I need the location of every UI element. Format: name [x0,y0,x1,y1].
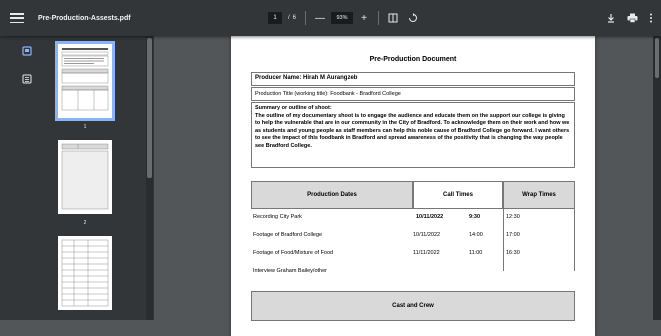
zoom-input[interactable]: 93% [331,12,354,24]
row-date: 10/11/2022 [413,232,441,238]
row-wrap: 16:30 [506,250,520,256]
page-thumbnail-2[interactable] [58,140,112,214]
print-icon[interactable] [627,13,638,23]
menu-icon[interactable] [10,13,24,23]
outline-view-icon[interactable] [20,72,34,86]
toolbar-divider [305,11,307,25]
page-separator: / [288,15,290,21]
zoom-out-button[interactable]: — [315,13,325,24]
sidebar-view-switcher [20,44,34,100]
production-title: Production Title (working title): Foodba… [251,87,575,101]
row-call: 9:30 [469,214,481,220]
summary-label: Summary or outline of shoot: [255,105,332,111]
pdf-toolbar: Pre-Production-Assests.pdf 1 / 6 — 93% + [0,0,661,36]
sidebar-scroll-thumb[interactable] [147,38,152,178]
sidebar-scrollbar[interactable] [146,36,153,320]
fit-page-icon[interactable] [388,13,398,23]
toolbar-left: Pre-Production-Assests.pdf [10,0,131,36]
toolbar-divider [378,11,380,25]
row-item: Interview Graham Bailey/other [253,268,327,274]
rotate-icon[interactable] [408,13,418,23]
row-date: 11/11/2022 [413,250,440,256]
table-row: Interview Graham Bailey/other [251,263,575,281]
page-thumbnail-label: 1 [83,124,87,130]
row-item: Footage of Bradford College [253,232,323,238]
table-row: Footage of Bradford College 10/11/2022 1… [251,227,575,245]
page-thumbnail-label: 2 [83,220,87,226]
thumbnail-sidebar: 1 2 [0,36,154,320]
toolbar-right [606,0,653,36]
toolbar-center: 1 / 6 — 93% + [268,0,418,36]
zoom-in-button[interactable]: + [359,13,369,24]
header-call-times: Call Times [413,181,503,209]
page-thumbnail-1[interactable] [55,41,115,121]
row-wrap: 17:00 [506,232,520,238]
row-item: Footage of Food/Mixture of Food [253,250,334,256]
summary-box: Summary or outline of shoot: The outline… [251,102,575,168]
thumbnail-list: 1 2 [40,36,150,320]
row-item: Recording City Park [253,214,302,220]
producer-name: Producer Name: Hirah M Aurangzeb [251,72,575,86]
cast-and-crew-header: Cast and Crew [251,291,575,321]
thumbnails-view-icon[interactable] [20,44,34,58]
table-row: Recording City Park 10/11/2022 9:30 12:3… [251,209,575,227]
document-scroll-thumb[interactable] [655,38,659,78]
row-wrap: 12:30 [506,214,520,220]
header-production-dates: Production Dates [251,181,413,209]
summary-text: The outline of my documentary shoot is t… [255,112,570,149]
production-dates-table: Production Dates Call Times Wrap Times R… [251,181,575,274]
document-scrollbar[interactable] [653,36,661,320]
page-thumbnail-3[interactable] [58,236,112,310]
row-date: 10/11/2022 [416,214,444,220]
header-wrap-times: Wrap Times [503,181,575,209]
row-call: 11:00 [469,250,483,256]
download-icon[interactable] [606,13,616,23]
table-row: Footage of Food/Mixture of Food 11/11/20… [251,245,575,263]
more-actions-icon[interactable] [649,13,653,23]
row-call: 14:00 [469,232,483,238]
page-total: 6 [292,15,297,21]
document-title: Pre-Production Document [369,56,457,63]
document-filename: Pre-Production-Assests.pdf [38,14,131,22]
page-number-input[interactable]: 1 [268,12,282,24]
pdf-page: Pre-Production Document Producer Name: H… [231,36,595,336]
